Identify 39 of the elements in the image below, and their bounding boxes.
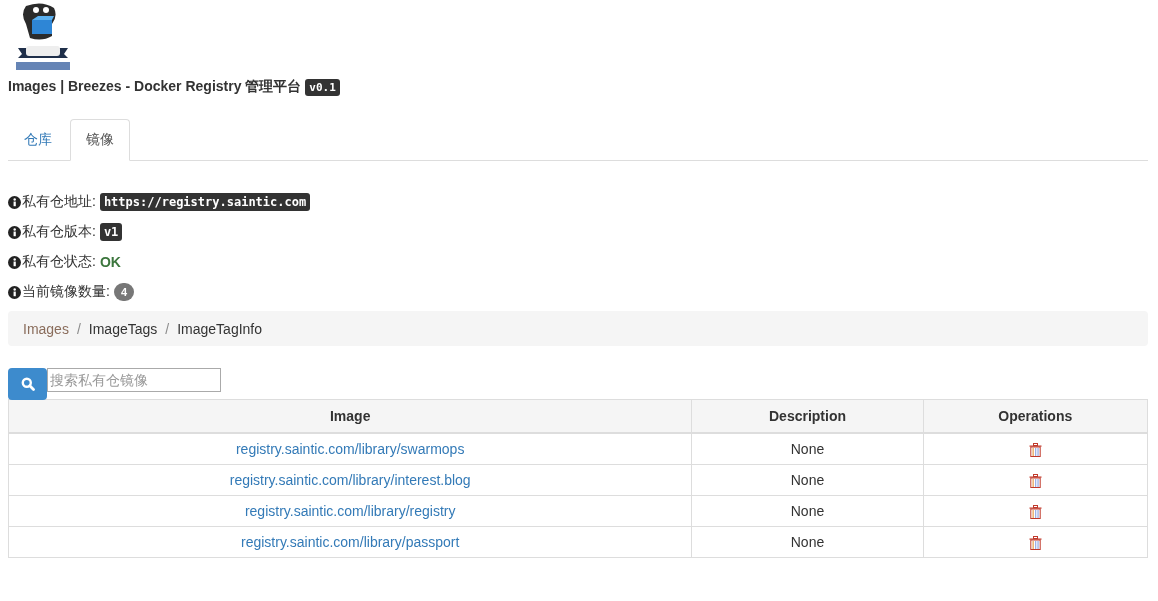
info-label: 当前镜像数量: xyxy=(22,283,110,301)
info-value: https://registry.saintic.com xyxy=(99,193,311,211)
column-header: Operations xyxy=(923,399,1148,433)
page-title: Images | Breezes - Docker Registry 管理平台 xyxy=(8,78,302,96)
image-link[interactable]: registry.saintic.com/library/interest.blog xyxy=(229,472,471,488)
trash-icon[interactable] xyxy=(1028,505,1042,520)
info-value: v1 xyxy=(99,223,123,241)
breadcrumb-link[interactable]: Images xyxy=(23,320,69,337)
description-text: None xyxy=(790,534,825,550)
description-text: None xyxy=(790,503,825,519)
search-button[interactable] xyxy=(8,368,47,400)
tab[interactable]: 镜像 xyxy=(70,119,130,161)
column-header: Description xyxy=(691,399,924,433)
status-text: OK xyxy=(99,254,121,270)
image-link[interactable]: registry.saintic.com/library/registry xyxy=(244,503,456,519)
info-icon xyxy=(8,195,21,209)
breadcrumb-link[interactable]: ImageTagInfo xyxy=(177,320,263,337)
info-label: 私有仓地址: xyxy=(22,193,96,211)
breadcrumb-link[interactable]: ImageTags xyxy=(88,320,158,337)
description-text: None xyxy=(790,472,825,488)
info-icon xyxy=(8,255,21,269)
tab[interactable]: 仓库 xyxy=(8,119,68,161)
breadcrumb-separator: / xyxy=(164,320,171,337)
info-label: 私有仓状态: xyxy=(22,253,96,271)
info-icon xyxy=(8,285,21,299)
search-icon xyxy=(20,377,35,391)
info-icon xyxy=(8,225,21,239)
count-badge: 4 xyxy=(113,283,134,301)
image-link[interactable]: registry.saintic.com/library/passport xyxy=(241,534,460,550)
trash-icon[interactable] xyxy=(1028,536,1042,551)
column-header: Image xyxy=(8,399,692,433)
image-link[interactable]: registry.saintic.com/library/swarmops xyxy=(235,441,465,457)
info-label: 私有仓版本: xyxy=(22,223,96,241)
description-text: None xyxy=(790,441,825,457)
trash-icon[interactable] xyxy=(1028,474,1042,489)
trash-icon[interactable] xyxy=(1028,443,1042,458)
version-badge: v0.1 xyxy=(305,78,340,96)
breadcrumb-separator: / xyxy=(75,320,82,337)
search-field[interactable]: 搜索私有仓镜像 xyxy=(47,368,221,392)
